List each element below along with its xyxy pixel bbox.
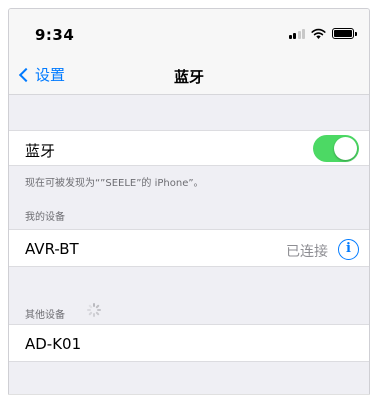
bluetooth-row: 蓝牙 — [9, 130, 369, 166]
my-devices-header: 我的设备 — [25, 212, 65, 223]
bluetooth-toggle[interactable] — [313, 135, 359, 162]
other-devices-header: 其他设备 — [25, 310, 65, 321]
discoverable-note: 现在可被发现为“”SEELE”的 iPhone”。 — [25, 178, 204, 189]
cellular-signal-icon — [288, 28, 305, 39]
status-bar: 9:34 — [9, 9, 369, 57]
wifi-icon — [311, 28, 326, 39]
device-name: AVR-BT — [25, 240, 79, 258]
navigation-bar: 设置 蓝牙 — [9, 57, 369, 95]
connection-status: 已连接 — [286, 244, 328, 260]
status-time: 9:34 — [35, 26, 75, 44]
bluetooth-label: 蓝牙 — [25, 142, 56, 160]
page-title: 蓝牙 — [173, 68, 204, 86]
device-row-avr-bt[interactable]: AVR-BT 已连接 i — [9, 229, 369, 267]
battery-icon — [332, 28, 357, 39]
device-row-ad-k01[interactable]: AD-K01 — [9, 324, 369, 362]
loading-spinner-icon — [87, 303, 101, 317]
info-icon[interactable]: i — [338, 239, 359, 260]
status-icons — [288, 28, 357, 39]
phone-screen: 9:34 设置 蓝牙 蓝牙 现在可被发现为“”SEELE”的 iPhone”。 … — [8, 8, 370, 395]
device-name: AD-K01 — [25, 335, 82, 353]
toggle-knob — [334, 137, 357, 160]
